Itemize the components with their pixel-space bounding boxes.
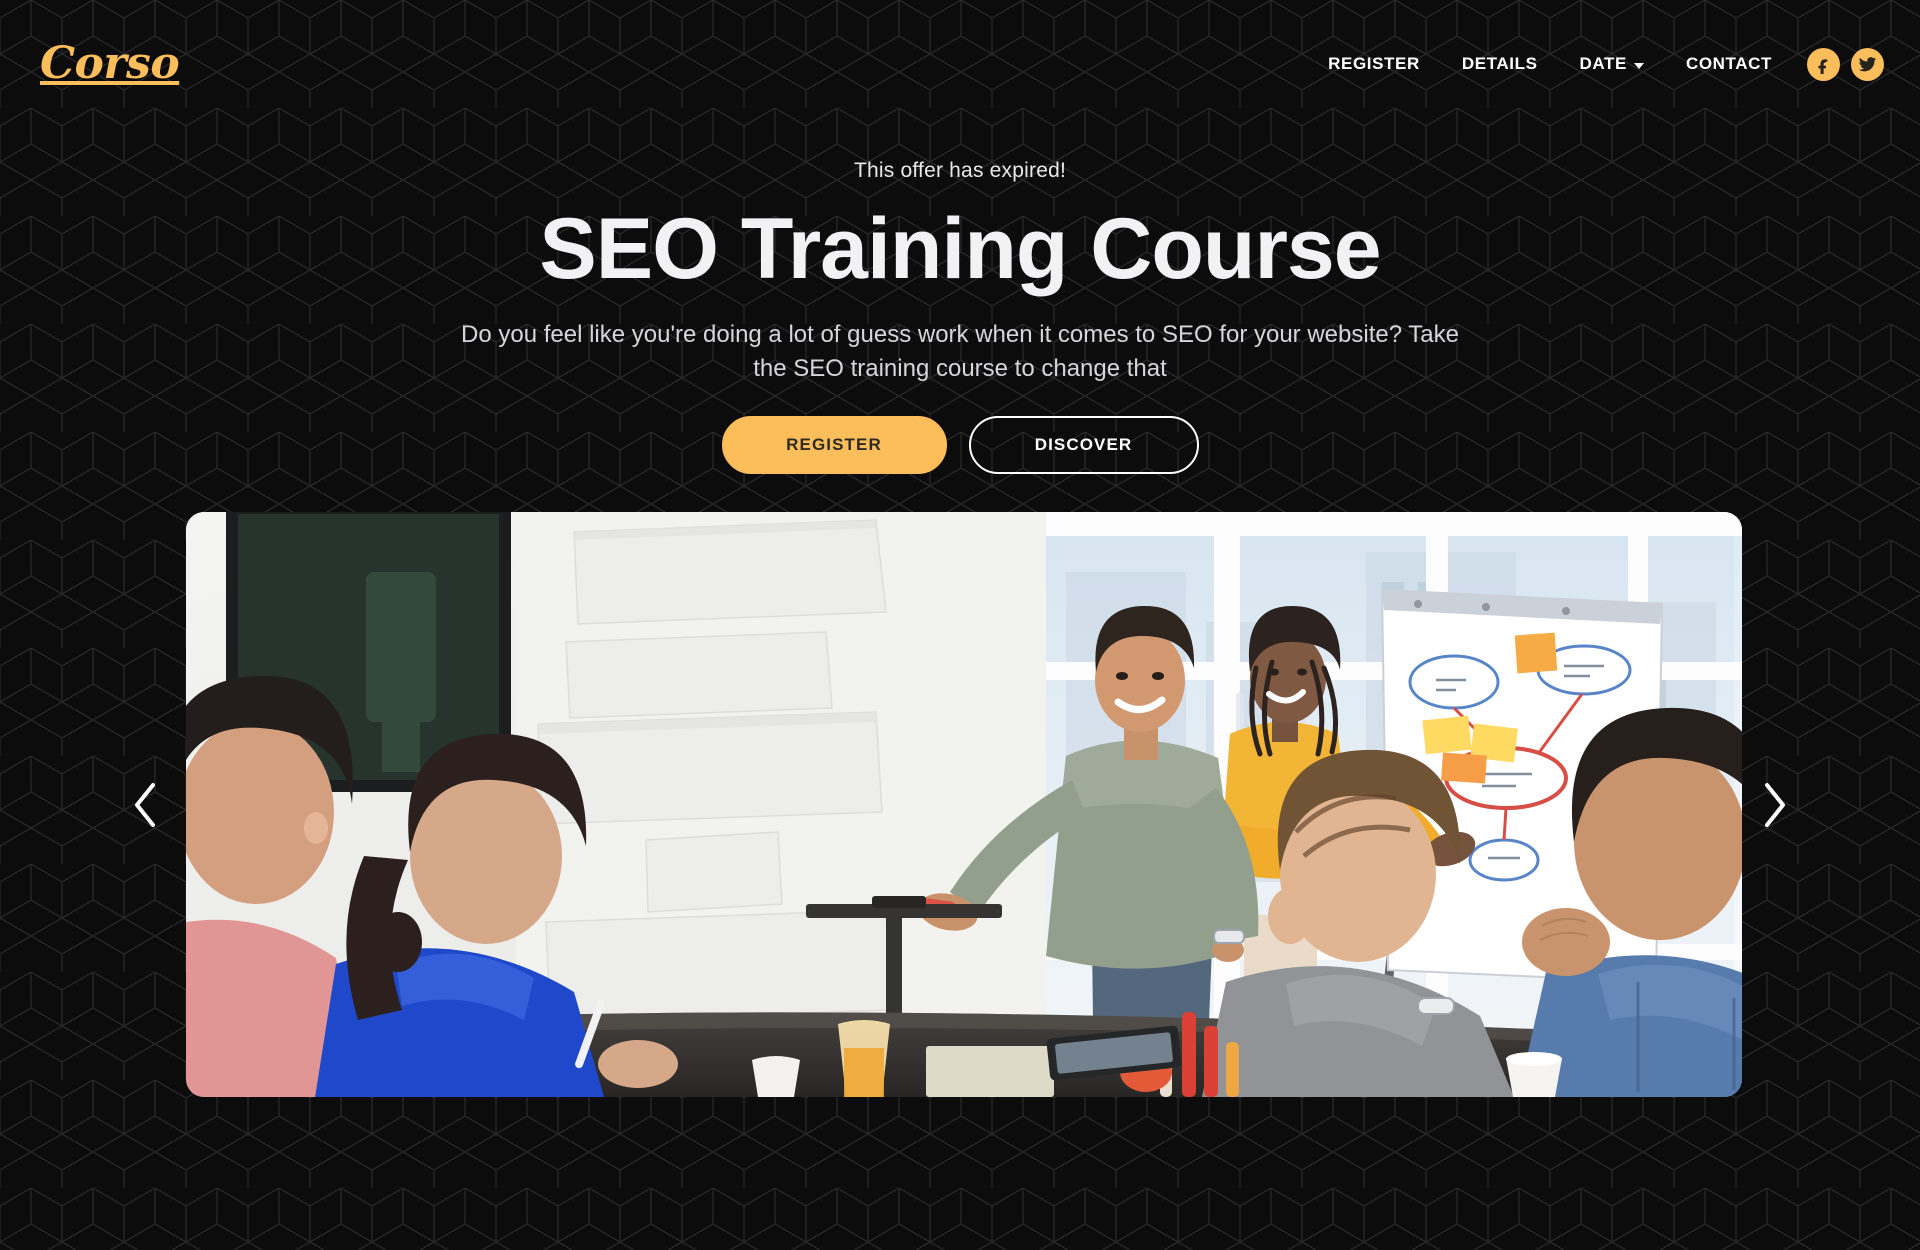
nav-link-contact-label: CONTACT [1685,54,1772,73]
carousel-viewport[interactable] [186,512,1742,1098]
facebook-icon [1818,58,1828,74]
nav-item-contact: CONTACT [1665,44,1793,84]
hero-carousel [0,512,1920,1098]
carousel-prev-button[interactable] [115,775,175,835]
hero-subtitle: Do you feel like you're doing a lot of g… [461,320,1459,382]
carousel-next-button[interactable] [1745,775,1805,835]
site-header: Corso REGISTER DETAILS DATE CONTACT [0,0,1920,128]
nav-link-date[interactable]: DATE [1559,44,1665,84]
nav-link-list: REGISTER DETAILS DATE CONTACT [1307,44,1793,84]
chevron-right-icon [1765,782,1785,827]
discover-button[interactable]: DISCOVER [968,416,1199,475]
social-links [1807,47,1884,81]
twitter-icon [1858,56,1877,71]
workshop-photo [186,512,1742,1098]
chevron-left-icon [135,782,155,827]
social-link-twitter[interactable] [1851,47,1884,81]
nav-link-details-label: DETAILS [1461,54,1538,73]
chevron-down-icon [1633,62,1644,69]
main-navigation: REGISTER DETAILS DATE CONTACT [1307,44,1884,84]
brand-logo[interactable]: Corso [40,42,180,86]
landing-page: Corso REGISTER DETAILS DATE CONTACT This… [0,0,1920,1250]
nav-item-register: REGISTER [1307,44,1441,84]
nav-link-register[interactable]: REGISTER [1307,44,1441,84]
nav-link-register-label: REGISTER [1328,54,1420,73]
nav-link-details[interactable]: DETAILS [1441,44,1559,84]
register-button[interactable]: REGISTER [721,416,947,475]
hero-cta-group: REGISTER DISCOVER [0,416,1920,475]
page-title: SEO Training Course [539,201,1381,297]
hero-expired-notice: This offer has expired! [854,159,1066,182]
nav-item-date: DATE [1559,44,1665,84]
nav-item-details: DETAILS [1441,44,1559,84]
nav-link-contact[interactable]: CONTACT [1665,44,1793,84]
hero-section: This offer has expired! SEO Training Cou… [0,128,1920,475]
nav-link-date-label: DATE [1579,54,1627,73]
carousel-slide [186,512,1742,1098]
social-link-facebook[interactable] [1807,47,1840,81]
